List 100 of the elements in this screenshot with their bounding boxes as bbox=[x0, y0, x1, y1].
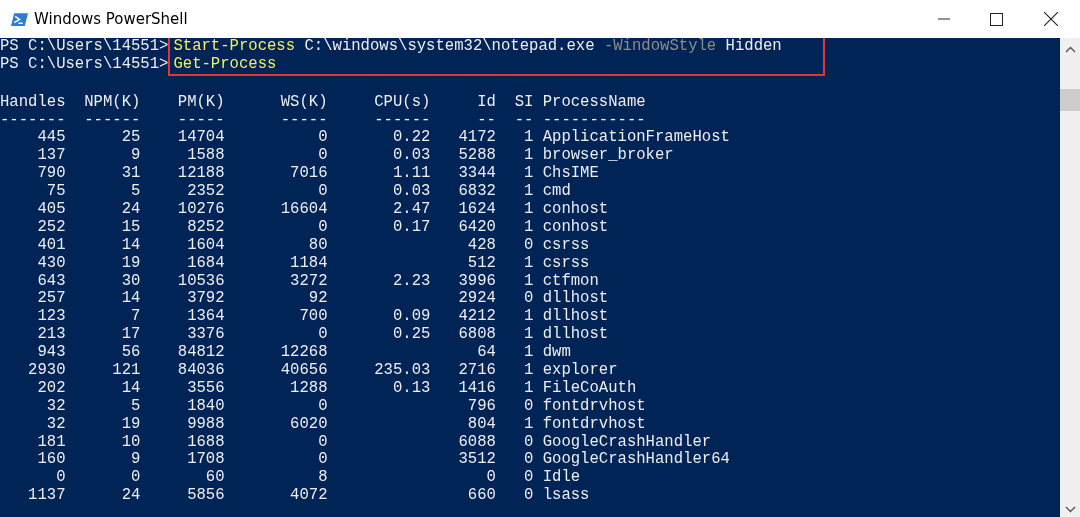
scroll-thumb[interactable] bbox=[1060, 89, 1080, 111]
table-cell: 32 bbox=[46, 397, 66, 416]
table-cell: 1 bbox=[524, 129, 534, 148]
table-cell: 430 bbox=[37, 254, 66, 273]
table-cell: 14704 bbox=[177, 129, 225, 148]
table-cell: 92 bbox=[308, 290, 328, 309]
column-header: CPU(s) bbox=[374, 93, 431, 112]
table-cell-text: dllhost bbox=[542, 290, 609, 308]
table-cell: 0 bbox=[318, 183, 328, 201]
table-cell: 2716 bbox=[458, 362, 496, 380]
table-cell: 10536 bbox=[177, 272, 225, 291]
table-cell: 25 bbox=[121, 129, 141, 148]
table-cell: 257 bbox=[37, 290, 66, 309]
table-cell: 1 bbox=[524, 344, 534, 363]
table-cell: 943 bbox=[37, 344, 66, 363]
table-cell: 2352 bbox=[187, 183, 225, 201]
table-cell: 0 bbox=[318, 326, 328, 345]
table-cell: 0 bbox=[524, 236, 534, 255]
table-cell: 30 bbox=[121, 272, 141, 291]
table-cell: 10 bbox=[121, 433, 141, 452]
table-cell: 7 bbox=[131, 308, 141, 327]
header-rule: ----------- bbox=[542, 111, 646, 129]
table-cell: 2930 bbox=[28, 362, 66, 380]
column-header: NPM(K) bbox=[84, 93, 141, 112]
table-cell: 84812 bbox=[177, 344, 225, 363]
table-cell: 1 bbox=[524, 308, 534, 327]
table-cell: 19 bbox=[121, 415, 141, 434]
table-cell: 0.09 bbox=[393, 308, 431, 327]
table-cell: conhost bbox=[542, 201, 609, 219]
table-cell: 5 bbox=[131, 397, 141, 416]
table-cell: 700 bbox=[299, 308, 328, 327]
table-cell: 6088 bbox=[458, 433, 496, 452]
table-cell: 0 bbox=[486, 469, 496, 488]
table-cell: csrss bbox=[542, 254, 590, 273]
table-cell: 0 bbox=[524, 451, 534, 470]
table-cell: 1588 bbox=[187, 147, 225, 166]
table-cell: 512 bbox=[467, 254, 496, 273]
table-cell-text: dwm bbox=[542, 344, 571, 362]
table-cell: 3512 bbox=[458, 451, 496, 470]
table-cell: 16604 bbox=[280, 201, 328, 219]
scroll-down-icon[interactable] bbox=[1064, 506, 1076, 513]
table-cell: 64 bbox=[477, 344, 496, 363]
header-rule: ------ bbox=[84, 111, 141, 130]
table-cell: 1137 bbox=[28, 487, 66, 506]
table-cell: lsass bbox=[542, 487, 590, 506]
table-cell-text: Idle bbox=[542, 469, 581, 487]
table-cell: 40656 bbox=[280, 362, 328, 380]
table-cell: 1 bbox=[524, 165, 534, 184]
table-cell: 213 bbox=[37, 326, 66, 345]
table-cell: 56 bbox=[121, 344, 141, 363]
table-cell: 0.17 bbox=[393, 218, 431, 237]
table-cell: 4212 bbox=[458, 308, 496, 327]
table-cell-text: GoogleCrashHandler64 bbox=[542, 451, 730, 469]
maximize-icon bbox=[989, 12, 1003, 26]
column-header: Id bbox=[477, 93, 496, 112]
table-cell: 12268 bbox=[280, 344, 328, 363]
column-header: ProcessName bbox=[542, 93, 646, 112]
table-cell: 1604 bbox=[187, 236, 225, 255]
table-cell: conhost bbox=[542, 218, 609, 237]
table-cell: 4072 bbox=[290, 487, 328, 506]
table-cell: 75 bbox=[46, 183, 66, 201]
header-rule: ------- bbox=[0, 111, 66, 130]
table-cell: 3996 bbox=[458, 272, 496, 291]
table-cell: 6020 bbox=[290, 415, 328, 434]
table-cell: 3376 bbox=[187, 326, 225, 345]
scroll-up-icon[interactable] bbox=[1064, 46, 1076, 53]
table-cell: 1 bbox=[524, 183, 534, 201]
table-cell: 60 bbox=[205, 469, 225, 488]
header-rule: ----- bbox=[280, 111, 328, 130]
table-cell: 24 bbox=[121, 487, 141, 506]
table-cell: 8 bbox=[318, 469, 328, 488]
table-cell: 3344 bbox=[458, 165, 496, 184]
table-cell: fontdrvhost bbox=[542, 415, 646, 434]
column-header: Handles bbox=[0, 93, 66, 112]
table-cell: 8252 bbox=[187, 218, 225, 237]
scrollbar[interactable] bbox=[1060, 38, 1080, 517]
table-cell: 1364 bbox=[187, 308, 225, 327]
table-cell: 252 bbox=[37, 218, 66, 237]
table-cell: fontdrvhost bbox=[542, 397, 646, 416]
table-cell: 1 bbox=[524, 362, 534, 380]
table-cell: 0.03 bbox=[393, 183, 431, 201]
table-cell: 1 bbox=[524, 415, 534, 434]
table-cell: 428 bbox=[467, 236, 496, 255]
table-cell: 160 bbox=[37, 451, 66, 470]
table-cell: 4172 bbox=[458, 129, 496, 148]
table-cell: cmd bbox=[542, 183, 571, 201]
table-cell: 790 bbox=[37, 165, 66, 184]
table-cell: 31 bbox=[121, 165, 141, 184]
table-cell: 3272 bbox=[290, 272, 328, 291]
table-cell: 1 bbox=[524, 326, 534, 345]
table-cell: 0 bbox=[524, 469, 534, 488]
table-cell: 5856 bbox=[187, 487, 225, 506]
table-cell: 1 bbox=[524, 201, 534, 219]
table-cell: csrss bbox=[542, 236, 590, 255]
table-cell: 137 bbox=[37, 147, 66, 166]
table-cell: 1 bbox=[524, 254, 534, 273]
table-cell: 123 bbox=[37, 308, 66, 327]
table-cell: 32 bbox=[46, 415, 66, 434]
table-cell: 0 bbox=[318, 129, 328, 148]
table-cell: 1684 bbox=[187, 254, 225, 273]
